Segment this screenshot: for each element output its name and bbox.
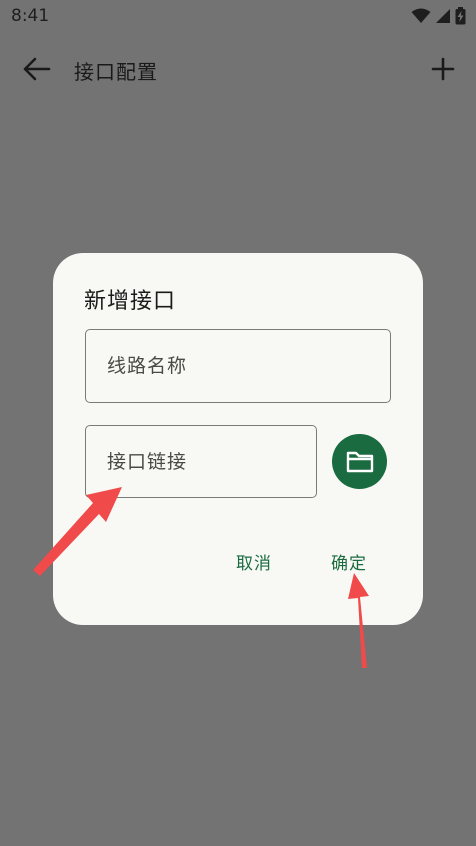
page-title: 接口配置 bbox=[74, 60, 158, 84]
back-button[interactable] bbox=[20, 54, 54, 84]
interface-url-input[interactable] bbox=[85, 425, 317, 498]
status-icons bbox=[411, 7, 466, 25]
folder-icon bbox=[346, 451, 373, 472]
signal-icon bbox=[435, 8, 451, 24]
add-button[interactable] bbox=[428, 54, 458, 84]
status-time: 8:41 bbox=[11, 6, 50, 26]
confirm-button[interactable]: 确定 bbox=[331, 549, 367, 574]
folder-picker-button[interactable] bbox=[332, 434, 387, 489]
dialog-title: 新增接口 bbox=[84, 289, 177, 314]
cancel-button[interactable]: 取消 bbox=[236, 549, 272, 574]
wifi-icon bbox=[411, 8, 431, 24]
route-name-input[interactable] bbox=[85, 329, 391, 403]
app-bar: 接口配置 bbox=[0, 40, 476, 98]
add-interface-dialog: 新增接口 取消 确定 bbox=[53, 253, 423, 625]
arrow-left-icon bbox=[23, 57, 51, 81]
status-bar: 8:41 bbox=[0, 0, 476, 32]
plus-icon bbox=[431, 57, 455, 81]
battery-icon bbox=[455, 7, 466, 25]
